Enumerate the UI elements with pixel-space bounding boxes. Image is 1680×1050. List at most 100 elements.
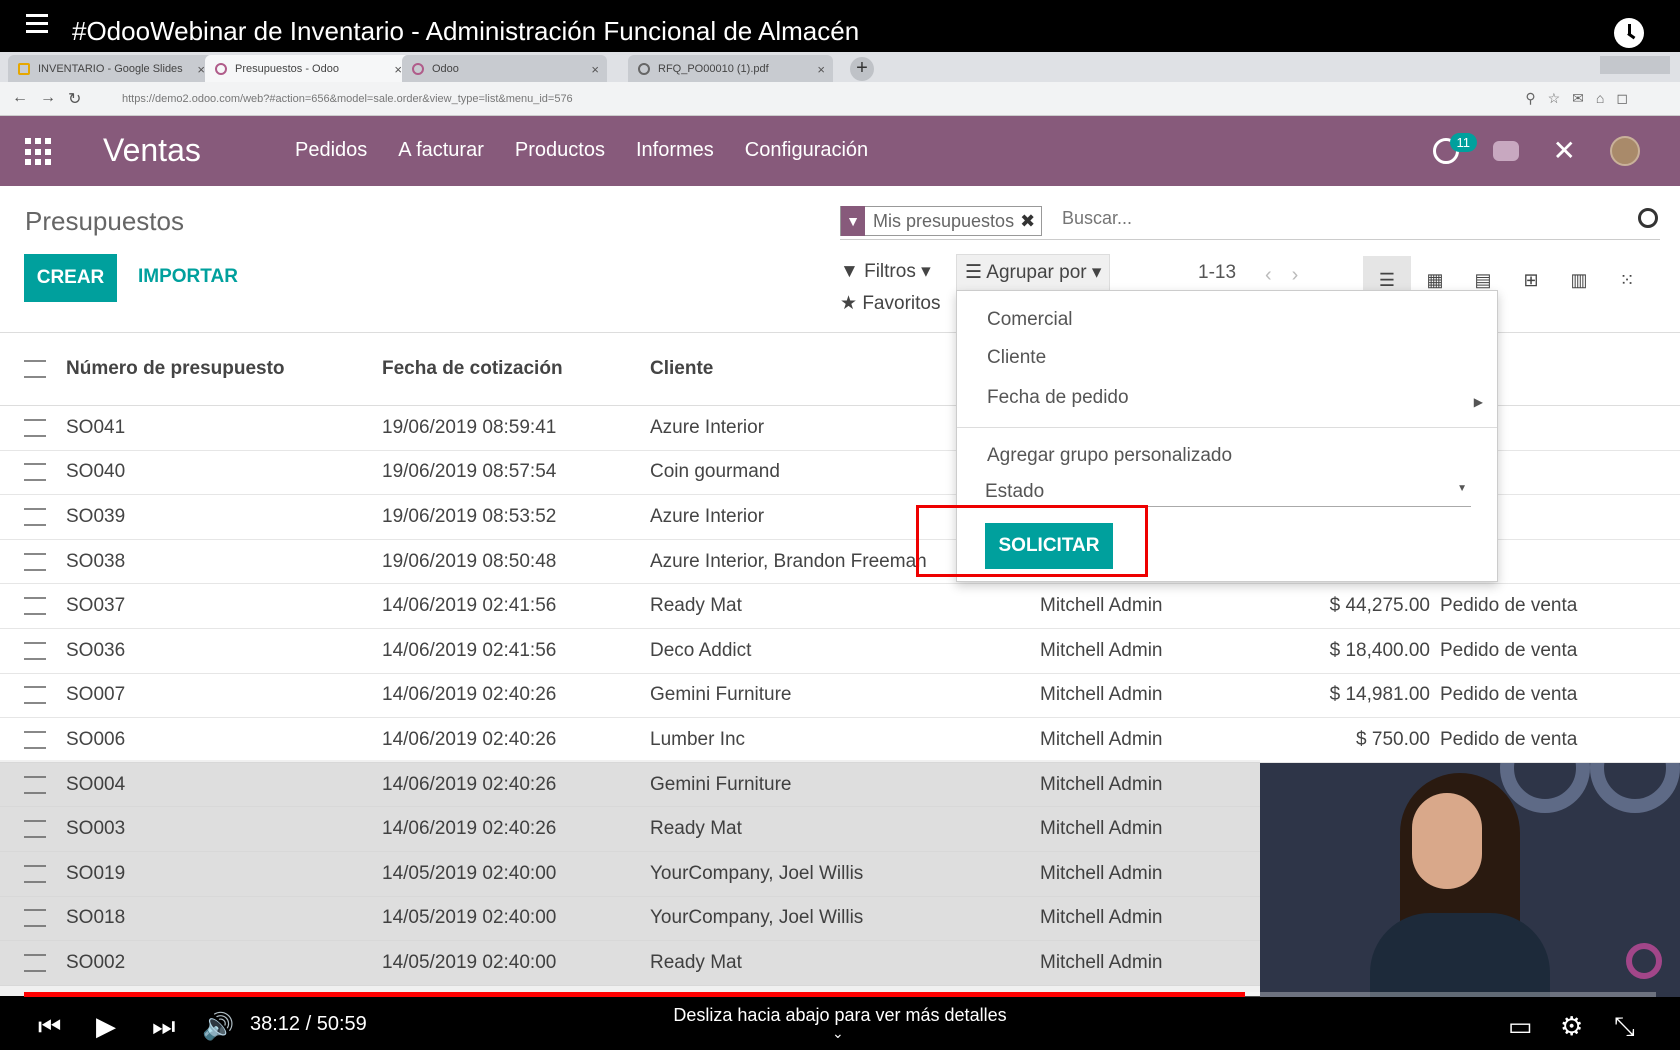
activity-icon[interactable]: 11 — [1432, 132, 1478, 164]
table-cell: Mitchell Admin — [1040, 595, 1163, 617]
import-button[interactable]: IMPORTAR — [138, 266, 238, 288]
row-checkbox[interactable] — [24, 730, 46, 749]
table-cell: $ 14,981.00 — [1329, 684, 1430, 706]
exit-fullscreen-icon[interactable]: ⤡ — [1614, 1011, 1635, 1043]
caret-right-icon: ▶ — [1473, 395, 1483, 409]
create-button[interactable]: CREAR — [24, 254, 117, 302]
video-player[interactable]: #OdooWebinar de Inventario - Administrac… — [0, 0, 1680, 1050]
breadcrumb: Presupuestos — [25, 206, 184, 236]
table-row[interactable]: SO006 14/06/2019 02:40:26 Lumber Inc Mitche… — [0, 718, 1680, 763]
volume-icon[interactable]: 🔊 — [202, 1011, 234, 1042]
table-cell: SO006 — [66, 728, 126, 750]
column-header[interactable]: Fecha de cotización — [382, 358, 650, 380]
search-input[interactable] — [1062, 208, 1562, 229]
groupby-option-cliente[interactable]: Cliente — [987, 347, 1046, 369]
favorites-button[interactable]: ★ Favoritos — [840, 292, 940, 315]
close-icon[interactable]: × — [817, 62, 825, 77]
back-icon[interactable]: ← — [12, 89, 28, 107]
next-page-icon[interactable]: › — [1292, 264, 1319, 286]
settings-icon[interactable]: ⚙ — [1560, 1011, 1583, 1042]
filters-label: Filtros — [864, 261, 916, 282]
reload-icon[interactable]: ↻ — [68, 89, 81, 109]
odoo-navbar: Ventas Pedidos A facturar Productos Info… — [0, 116, 1680, 186]
chevron-down-icon: ⌄ — [832, 1025, 844, 1041]
watch-later-icon[interactable] — [1614, 18, 1644, 48]
table-cell: Pedido de venta — [1440, 639, 1578, 661]
tab-label: Presupuestos - Odoo — [235, 63, 339, 75]
extension-icons[interactable]: ⚲☆✉⌂◻ — [1525, 90, 1640, 107]
playlist-icon[interactable] — [26, 14, 52, 38]
search-bar: ▼ Mis presupuestos ✖ — [840, 204, 1660, 240]
groupby-option-comercial[interactable]: Comercial — [987, 309, 1073, 331]
select-value: Estado — [985, 481, 1045, 502]
debug-icon[interactable]: ✕ — [1553, 134, 1576, 167]
row-checkbox[interactable] — [24, 418, 46, 437]
table-row[interactable]: SO007 14/06/2019 02:40:26 Gemini Furniture… — [0, 674, 1680, 719]
groupby-button[interactable]: ☰ Agrupar por ▾ — [956, 254, 1111, 290]
table-cell: Lumber Inc — [650, 728, 746, 750]
apps-menu-icon[interactable] — [25, 138, 53, 166]
close-icon[interactable]: × — [197, 62, 205, 77]
star-icon: ★ — [840, 293, 858, 314]
remove-facet-icon[interactable]: ✖ — [1020, 211, 1041, 232]
tab-label: Odoo — [432, 63, 459, 75]
groupby-option-fecha-pedido[interactable]: Fecha de pedido — [987, 387, 1129, 409]
avatar[interactable] — [1610, 135, 1640, 166]
window-controls[interactable] — [1600, 56, 1670, 74]
menu-pedidos[interactable]: Pedidos — [295, 139, 367, 162]
pivot-view-icon[interactable]: ⊞ — [1507, 256, 1555, 304]
divider — [957, 427, 1497, 428]
table-row[interactable]: SO037 14/06/2019 02:41:56 Ready Mat Mitchel… — [0, 584, 1680, 629]
chat-icon[interactable] — [1492, 140, 1519, 161]
menu-productos[interactable]: Productos — [515, 139, 605, 162]
address-bar: ← → ↻ https://demo2.odoo.com/web?#action… — [0, 82, 1680, 116]
time-display: 38:12 / 50:59 — [250, 1013, 367, 1035]
row-checkbox[interactable] — [24, 552, 46, 571]
previous-icon[interactable]: ⏮ — [38, 1011, 61, 1043]
table-cell: Mitchell Admin — [1040, 684, 1163, 706]
table-row[interactable]: SO036 14/06/2019 02:41:56 Deco Addict Mitch… — [0, 629, 1680, 674]
table-cell: Ready Mat — [650, 595, 742, 617]
odoo-logo-icon — [1626, 943, 1662, 979]
pager-value[interactable]: 1-13 — [1198, 262, 1236, 284]
row-checkbox[interactable] — [24, 597, 46, 616]
subtitles-icon[interactable]: ▭ — [1508, 1011, 1533, 1042]
table-cell: 19/06/2019 08:59:41 — [382, 416, 557, 438]
menu-a-facturar[interactable]: A facturar — [398, 139, 484, 162]
menu-configuracion[interactable]: Configuración — [745, 139, 868, 162]
url-field[interactable]: https://demo2.odoo.com/web?#action=656&m… — [112, 88, 1432, 110]
facet-label: Mis presupuestos — [873, 210, 1015, 231]
table-cell: 19/06/2019 08:53:52 — [382, 505, 557, 527]
graph-view-icon[interactable]: ▥ — [1555, 256, 1603, 304]
filters-button[interactable]: ▼ Filtros ▾ — [840, 260, 931, 283]
row-checkbox[interactable] — [24, 686, 46, 705]
next-icon[interactable]: ⏭ — [152, 1011, 175, 1043]
table-cell: Pedido de venta — [1440, 684, 1578, 706]
forward-icon[interactable]: → — [40, 89, 56, 107]
new-tab-button[interactable]: + — [850, 57, 874, 81]
previous-page-icon[interactable]: ‹ — [1265, 264, 1292, 286]
custom-group-select[interactable]: Estado ▼ — [985, 481, 1471, 507]
search-icon[interactable] — [1638, 208, 1658, 228]
browser-tab[interactable]: INVENTARIO - Google Slides × — [8, 55, 213, 82]
table-cell: Deco Addict — [650, 639, 752, 661]
browser-tab-active[interactable]: Presupuestos - Odoo × — [205, 55, 410, 82]
table-cell: Mitchell Admin — [1040, 728, 1163, 750]
row-checkbox[interactable] — [24, 641, 46, 660]
presenter-camera — [1260, 763, 1680, 1003]
table-cell: SO040 — [66, 461, 126, 483]
close-icon[interactable]: × — [591, 62, 599, 77]
row-checkbox[interactable] — [24, 463, 46, 482]
close-icon[interactable]: × — [394, 62, 402, 77]
table-cell: 19/06/2019 08:50:48 — [382, 550, 557, 572]
chevron-down-icon: ▼ — [1457, 483, 1467, 494]
menu-informes[interactable]: Informes — [636, 139, 714, 162]
play-icon[interactable]: ▶ — [96, 1011, 116, 1042]
select-all-checkbox[interactable] — [24, 360, 46, 378]
row-checkbox[interactable] — [24, 507, 46, 526]
table-cell: $ 44,275.00 — [1329, 595, 1430, 617]
activity-view-icon[interactable]: ⁙ — [1603, 256, 1651, 304]
column-header[interactable]: Número de presupuesto — [66, 358, 382, 380]
browser-tab[interactable]: RFQ_PO00010 (1).pdf × — [628, 55, 833, 82]
browser-tab[interactable]: Odoo × — [402, 55, 607, 82]
